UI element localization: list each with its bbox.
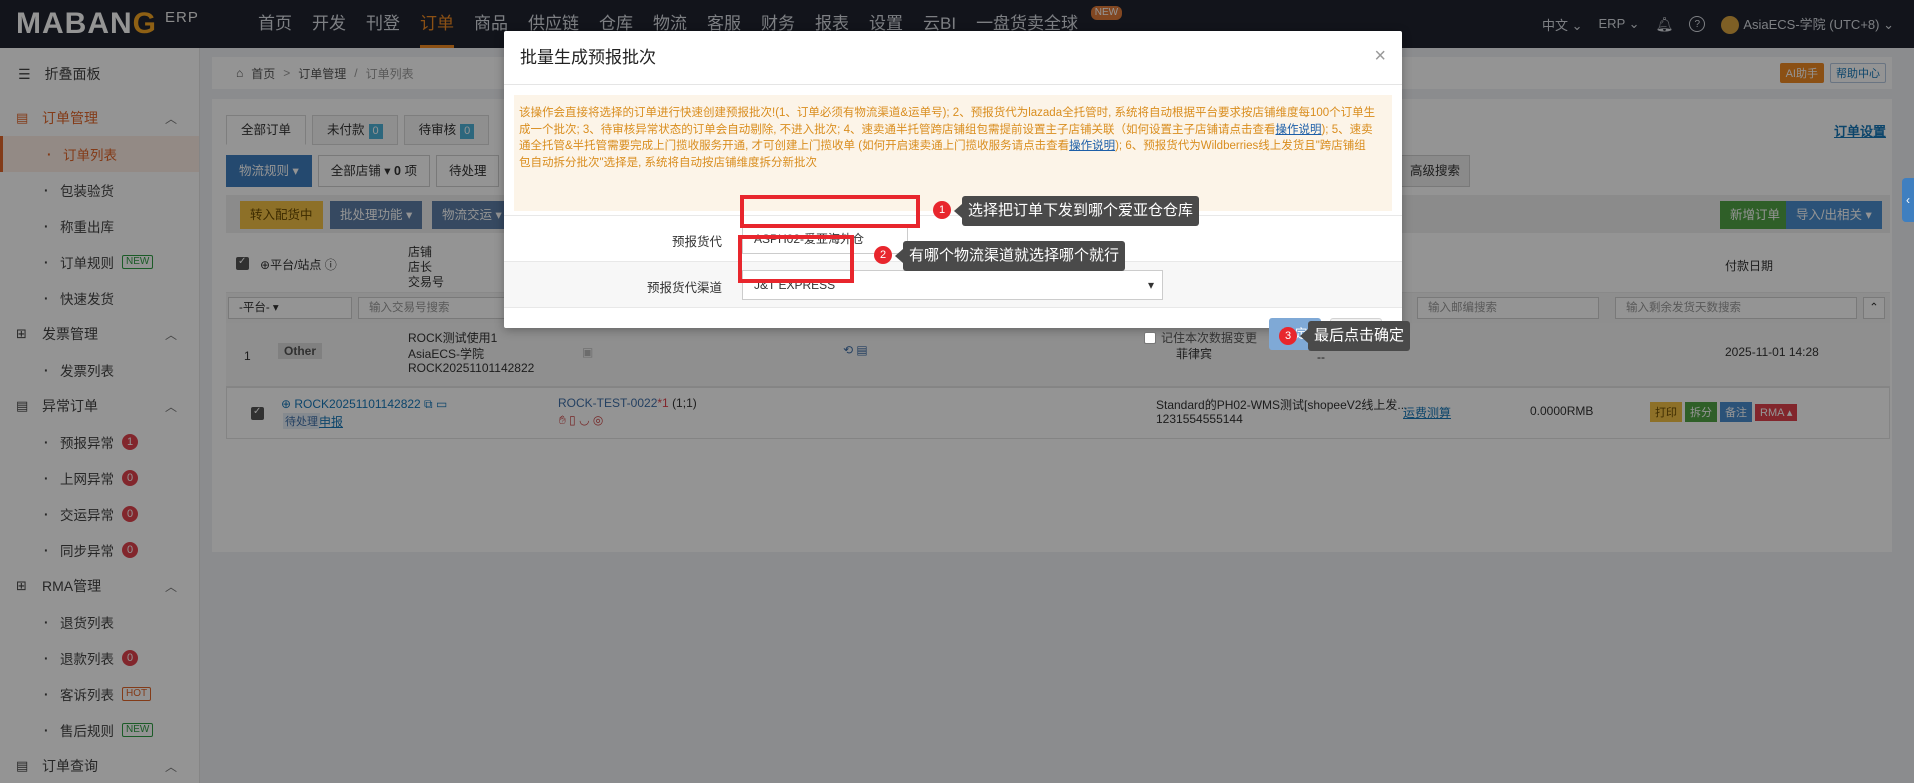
highlight-box bbox=[740, 195, 920, 228]
side-expand-tab[interactable]: ‹ bbox=[1902, 178, 1914, 222]
tip-callout: 有哪个物流渠道就选择哪个就行 bbox=[894, 241, 1126, 271]
tip-callout: 选择把订单下发到哪个爱亚仓仓库 bbox=[953, 196, 1200, 226]
dialog-footer: 记住本次数据变更 确定 取消 bbox=[504, 307, 1402, 359]
tip-callout: 最后点击确定 bbox=[1299, 321, 1411, 351]
forecast-agent-label: 预报货代 bbox=[671, 235, 722, 249]
step-number: 2 bbox=[874, 246, 892, 264]
batch-forecast-dialog: 批量生成预报批次 × 该操作会直接将选择的订单进行快速创建预报批次!(1、订单必… bbox=[504, 31, 1402, 350]
remember-changes-checkbox[interactable]: 记住本次数据变更 bbox=[1144, 329, 1257, 346]
highlight-box bbox=[738, 235, 854, 283]
instructions-link[interactable]: 操作说明 bbox=[1275, 124, 1321, 136]
caret-down-icon: ▾ bbox=[1147, 278, 1154, 292]
instructions-link[interactable]: 操作说明 bbox=[1069, 140, 1115, 152]
forecast-channel-label: 预报货代渠道 bbox=[646, 281, 722, 295]
step-number: 3 bbox=[1279, 327, 1297, 345]
dialog-title: 批量生成预报批次 bbox=[504, 31, 1402, 85]
close-icon[interactable]: × bbox=[1374, 45, 1386, 68]
notice-box: 该操作会直接将选择的订单进行快速创建预报批次!(1、订单必须有物流渠道&运单号)… bbox=[514, 95, 1392, 211]
step-number: 1 bbox=[933, 201, 951, 219]
